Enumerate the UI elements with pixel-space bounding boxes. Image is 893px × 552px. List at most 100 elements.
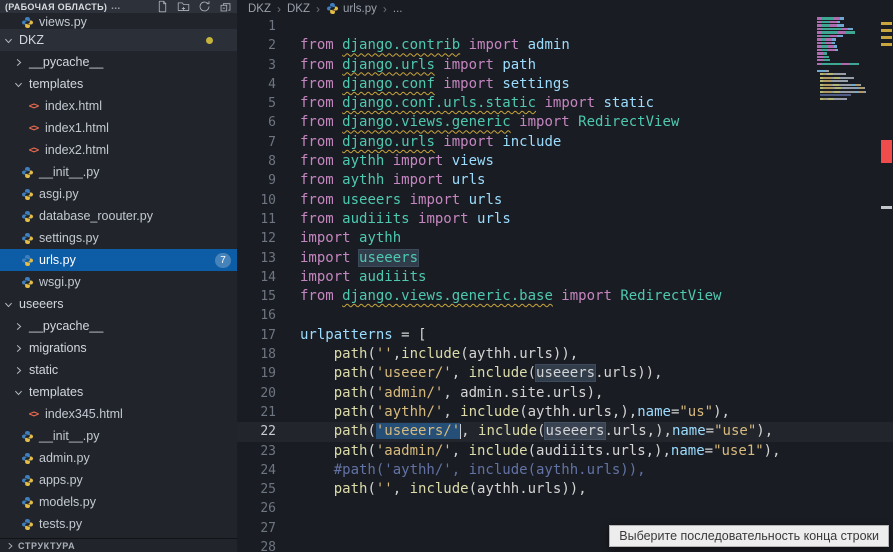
collapse-folders-icon[interactable] (218, 0, 232, 14)
tree-item-urls-py[interactable]: urls.py7 (0, 249, 237, 271)
breadcrumb-item-item[interactable]: ... (393, 3, 403, 15)
line-number[interactable]: 12 (237, 229, 276, 248)
new-folder-icon[interactable] (176, 0, 190, 14)
overview-ruler[interactable] (879, 0, 893, 552)
line-number[interactable]: 26 (237, 499, 276, 518)
code-area[interactable]: 12from django.contrib import admin3from … (237, 17, 893, 552)
tree-item-pycache[interactable]: __pycache__ (0, 51, 237, 73)
minimap[interactable] (817, 14, 879, 112)
line-number[interactable]: 17 (237, 326, 276, 345)
code-line-14[interactable]: 14import audiiits (237, 268, 893, 287)
code-line-12[interactable]: 12import aythh (237, 229, 893, 248)
code-line-1[interactable]: 1 (237, 17, 893, 36)
code-line-9[interactable]: 9from aythh import urls (237, 171, 893, 190)
code-line-21[interactable]: 21 path('aythh/', include(aythh.urls,),n… (237, 403, 893, 422)
code-line-13[interactable]: 13import useeers (237, 249, 893, 268)
tree-item-index-html[interactable]: <>index.html (0, 95, 237, 117)
code-line-17[interactable]: 17urlpatterns = [ (237, 326, 893, 345)
line-number[interactable]: 15 (237, 287, 276, 306)
code-line-24[interactable]: 24 #path('aythh/', include(aythh.urls)), (237, 461, 893, 480)
line-number[interactable]: 8 (237, 152, 276, 171)
code-line-10[interactable]: 10from useeers import urls (237, 191, 893, 210)
overview-ruler-mark (881, 29, 892, 32)
code-token: django.contrib (342, 37, 460, 53)
line-number[interactable]: 11 (237, 210, 276, 229)
code-line-22[interactable]: 22 path('useeers/', include(useeers.urls… (237, 422, 893, 441)
code-line-7[interactable]: 7from django.urls import include (237, 133, 893, 152)
tree-item-wsgi-py[interactable]: wsgi.py (0, 271, 237, 293)
tree-item-migrations[interactable]: migrations (0, 337, 237, 359)
code-token: include (502, 134, 561, 150)
line-number[interactable]: 18 (237, 345, 276, 364)
line-number[interactable]: 10 (237, 191, 276, 210)
tree-item-templates[interactable]: templates (0, 73, 237, 95)
tree-item-admin-py[interactable]: admin.py (0, 447, 237, 469)
code-line-23[interactable]: 23 path('aadmin/', include(audiiits.urls… (237, 442, 893, 461)
tree-item-init-py[interactable]: __init__.py (0, 161, 237, 183)
line-number[interactable]: 4 (237, 75, 276, 94)
new-file-icon[interactable] (155, 0, 169, 14)
line-number[interactable]: 22 (237, 422, 276, 441)
tree-item-static[interactable]: static (0, 359, 237, 381)
line-number[interactable]: 24 (237, 461, 276, 480)
line-number[interactable]: 13 (237, 249, 276, 268)
tree-item-views-py[interactable]: views.py (0, 13, 237, 29)
outline-section-header[interactable]: СТРУКТУРА (0, 538, 237, 552)
breadcrumb-item-dkz[interactable]: DKZ (248, 3, 271, 15)
line-number[interactable]: 20 (237, 384, 276, 403)
code-line-15[interactable]: 15from django.views.generic.base import … (237, 287, 893, 306)
code-line-19[interactable]: 19 path('useeer/', include(useeers.urls)… (237, 364, 893, 383)
tree-item-dkz[interactable]: DKZ (0, 29, 237, 51)
minimap-line (817, 108, 879, 110)
code-line-11[interactable]: 11from audiiits import urls (237, 210, 893, 229)
code-line-18[interactable]: 18 path('',include(aythh.urls)), (237, 345, 893, 364)
line-number[interactable]: 21 (237, 403, 276, 422)
code-line-16[interactable]: 16 (237, 306, 893, 325)
line-number[interactable]: 19 (237, 364, 276, 383)
code-line-26[interactable]: 26 (237, 499, 893, 518)
tree-item-tests-py[interactable]: tests.py (0, 513, 237, 535)
code-line-3[interactable]: 3from django.urls import path (237, 56, 893, 75)
line-number[interactable]: 1 (237, 17, 276, 36)
line-number[interactable]: 3 (237, 56, 276, 75)
breadcrumb-item-urls-py[interactable]: urls.py (326, 2, 377, 15)
tree-item-index2-html[interactable]: <>index2.html (0, 139, 237, 161)
line-number[interactable]: 5 (237, 94, 276, 113)
refresh-explorer-icon[interactable] (197, 0, 211, 14)
tree-item-database-roouter-py[interactable]: database_roouter.py (0, 205, 237, 227)
line-number[interactable]: 14 (237, 268, 276, 287)
code-token: path (334, 385, 368, 401)
code-line-8[interactable]: 8from aythh import views (237, 152, 893, 171)
breadcrumb-item-dkz[interactable]: DKZ (287, 3, 310, 15)
tree-item-pycache[interactable]: __pycache__ (0, 315, 237, 337)
tree-item-useeers[interactable]: useeers (0, 293, 237, 315)
tree-item-models-py[interactable]: models.py (0, 491, 237, 513)
tree-item-index345-html[interactable]: <>index345.html (0, 403, 237, 425)
line-number[interactable]: 7 (237, 133, 276, 152)
code-line-6[interactable]: 6from django.views.generic import Redire… (237, 113, 893, 132)
file-tree: views.pyDKZ__pycache__templates<>index.h… (0, 13, 237, 538)
line-number[interactable]: 28 (237, 538, 276, 552)
workspace-section-header[interactable]: (РАБОЧАЯ ОБЛАСТЬ) ... (0, 0, 237, 13)
line-number[interactable]: 23 (237, 442, 276, 461)
line-number[interactable]: 27 (237, 519, 276, 538)
code-line-20[interactable]: 20 path('admin/', admin.site.urls), (237, 384, 893, 403)
line-number[interactable]: 2 (237, 36, 276, 55)
line-number[interactable]: 9 (237, 171, 276, 190)
more-actions-icon[interactable]: ... (111, 2, 120, 12)
code-line-25[interactable]: 25 path('', include(aythh.urls)), (237, 480, 893, 499)
line-number[interactable]: 25 (237, 480, 276, 499)
tree-item-init-py[interactable]: __init__.py (0, 425, 237, 447)
line-number[interactable]: 16 (237, 306, 276, 325)
line-number[interactable]: 6 (237, 113, 276, 132)
tree-item-templates[interactable]: templates (0, 381, 237, 403)
tree-item-asgi-py[interactable]: asgi.py (0, 183, 237, 205)
code-line-4[interactable]: 4from django.conf import settings (237, 75, 893, 94)
tree-item-apps-py[interactable]: apps.py (0, 469, 237, 491)
tree-item-index1-html[interactable]: <>index1.html (0, 117, 237, 139)
code-line-2[interactable]: 2from django.contrib import admin (237, 36, 893, 55)
tree-item-label: apps.py (39, 473, 83, 487)
tree-item-settings-py[interactable]: settings.py (0, 227, 237, 249)
code-line-5[interactable]: 5from django.conf.urls.static import sta… (237, 94, 893, 113)
python-file-icon (21, 16, 34, 29)
